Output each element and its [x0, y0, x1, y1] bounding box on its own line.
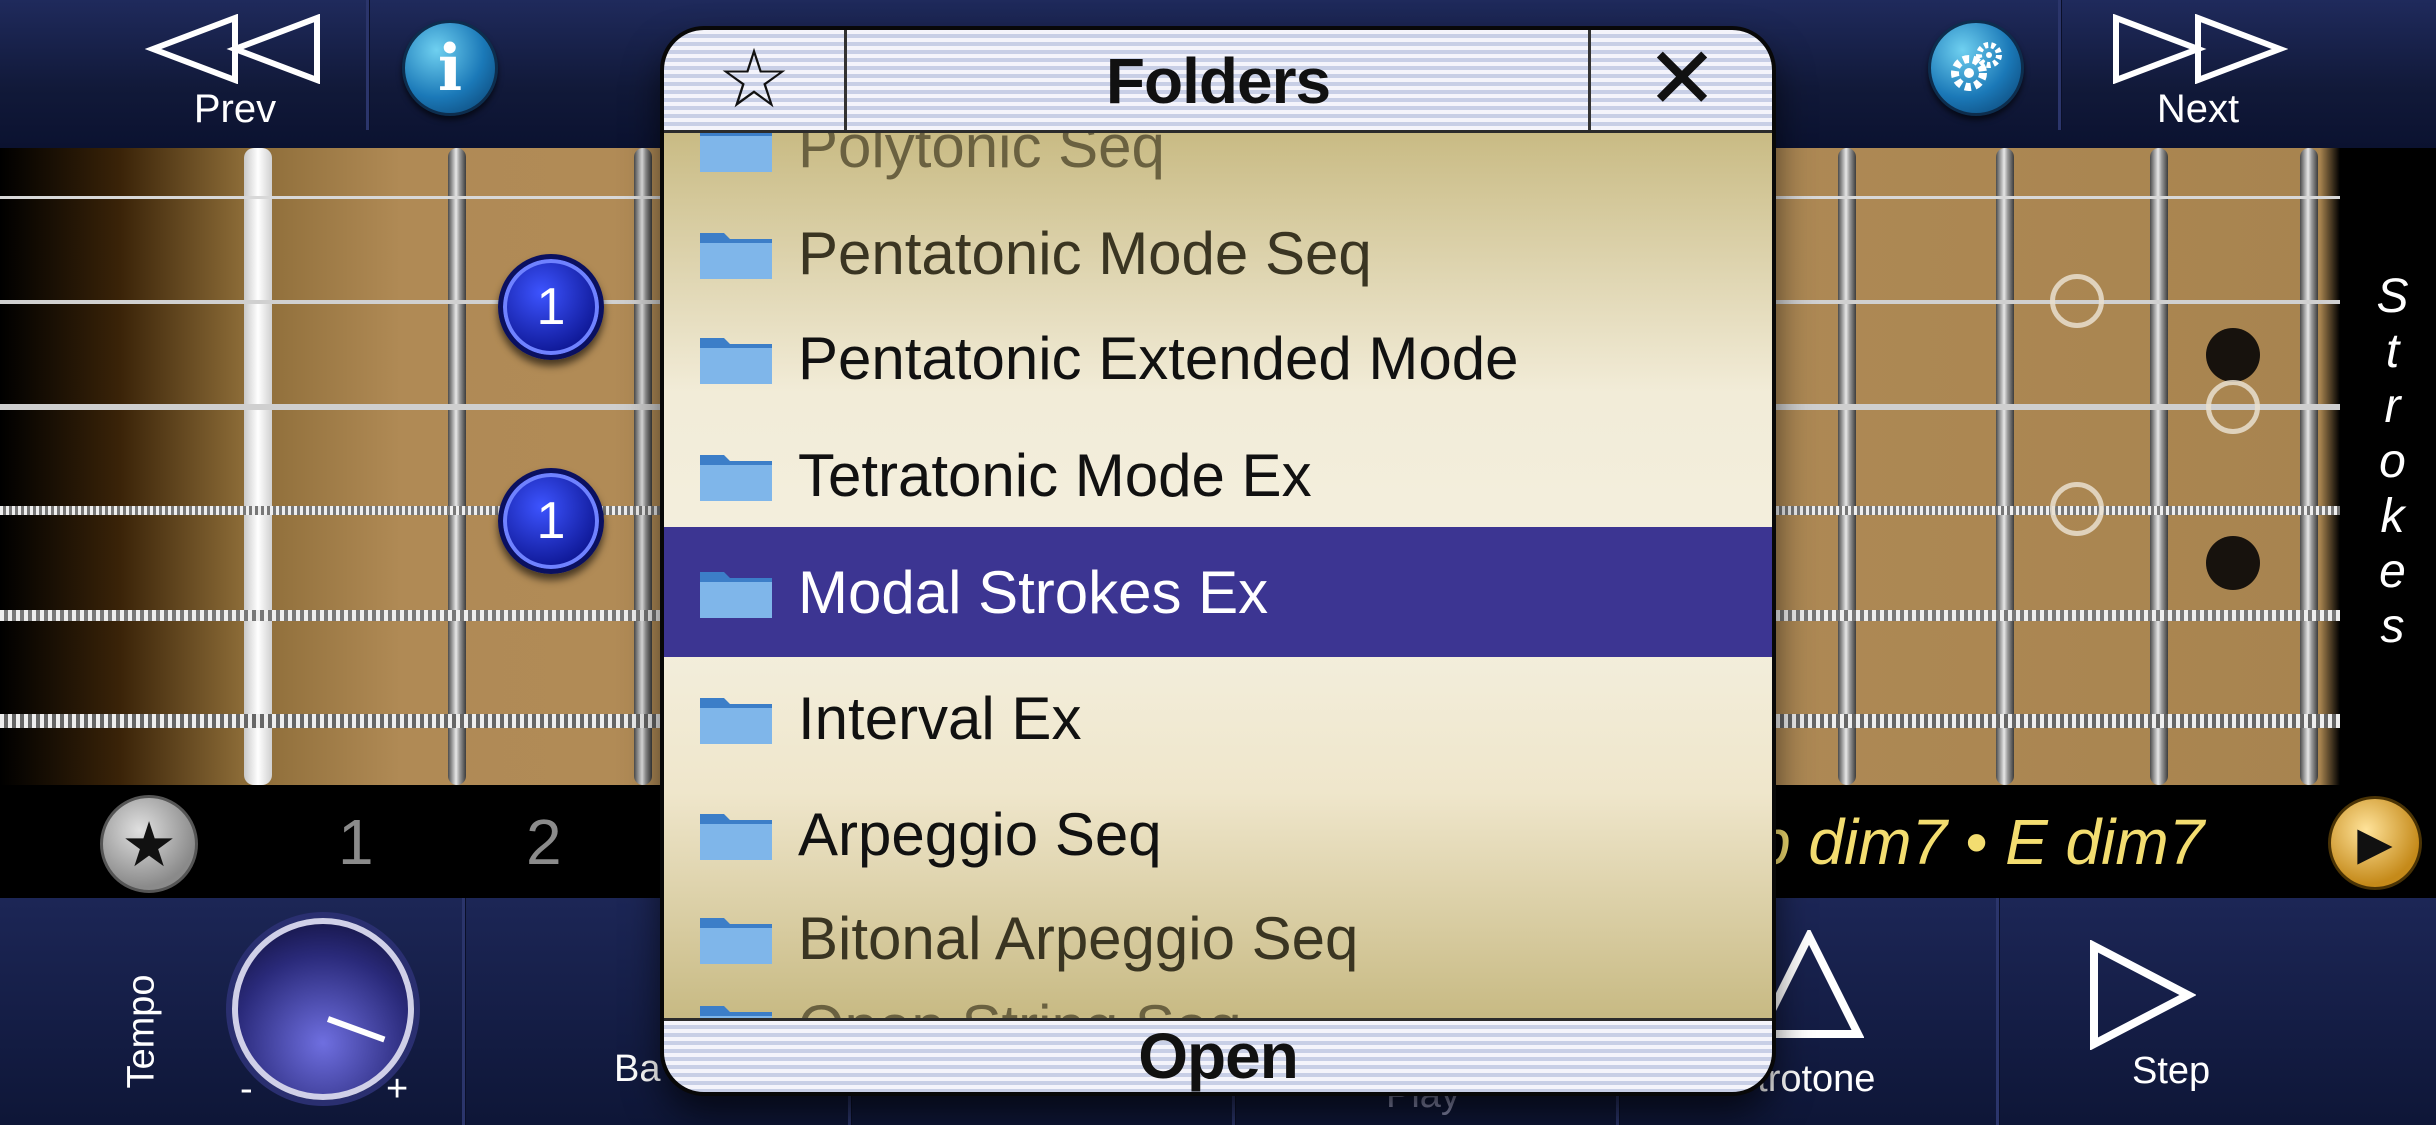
- tempo-label: Tempo: [120, 974, 163, 1089]
- fret: [448, 148, 466, 785]
- fret: [1838, 148, 1856, 785]
- top-divider-left: [366, 0, 369, 130]
- play-triangle-icon[interactable]: ▶: [2328, 796, 2422, 890]
- prev-label: Prev: [193, 87, 277, 131]
- folder-row-selected[interactable]: Modal Strokes Ex: [664, 527, 1772, 657]
- bottom-divider: [1996, 898, 1999, 1125]
- fret: [634, 148, 652, 785]
- top-divider-right: [2058, 0, 2061, 130]
- strokes-text: Strokes: [2366, 270, 2419, 655]
- tempo-plus-label: +: [386, 1068, 409, 1110]
- open-note-dot: [2050, 274, 2104, 328]
- folder-row[interactable]: Pentatonic Extended Mode: [664, 293, 1772, 423]
- gear-icon[interactable]: [1928, 20, 2024, 116]
- folder-label: Modal Strokes Ex: [798, 558, 1269, 626]
- prev-button[interactable]: Prev: [140, 10, 330, 131]
- bottom-divider: [462, 898, 465, 1125]
- open-button[interactable]: Open: [664, 1018, 1772, 1092]
- note-dot: [2206, 536, 2260, 590]
- dialog-header: ☆ Folders ✕: [664, 30, 1772, 133]
- fret: [2300, 148, 2318, 785]
- folder-icon: [700, 698, 772, 744]
- header-separator: [1588, 30, 1591, 130]
- note-dot: [2206, 328, 2260, 382]
- nut: [244, 148, 272, 785]
- folders-dialog: ☆ Folders ✕ Polytonic Seq Pentatonic Mod…: [664, 30, 1772, 1092]
- favorite-star-icon[interactable]: ★: [100, 795, 198, 893]
- strokes-side-label: Strokes: [2352, 270, 2432, 668]
- back-button[interactable]: Ba: [614, 1048, 660, 1091]
- dialog-title: Folders: [1105, 45, 1331, 117]
- tempo-minus-label: -: [240, 1068, 253, 1110]
- folder-icon: [700, 233, 772, 279]
- note-marker[interactable]: 1: [498, 468, 604, 574]
- favorites-star-icon[interactable]: ☆: [704, 39, 804, 121]
- open-note-dot: [2206, 380, 2260, 434]
- close-icon[interactable]: ✕: [1642, 36, 1722, 126]
- fret: [2150, 148, 2168, 785]
- folder-list[interactable]: Polytonic Seq Pentatonic Mode Seq Pentat…: [664, 133, 1772, 1021]
- folder-label: Polytonic Seq: [798, 133, 1165, 180]
- folder-label: Arpeggio Seq: [798, 800, 1162, 868]
- folder-label: Open String Seq: [798, 992, 1242, 1022]
- folder-icon: [700, 133, 772, 172]
- step-play-icon: [2090, 940, 2196, 1050]
- folder-icon: [700, 572, 772, 618]
- folder-row[interactable]: Open String Seq: [664, 961, 1772, 1021]
- fret: [1996, 148, 2014, 785]
- open-note-dot: [2050, 482, 2104, 536]
- folder-row[interactable]: Interval Ex: [664, 653, 1772, 783]
- next-label: Next: [2156, 87, 2240, 131]
- fret-number-1: 1: [338, 806, 374, 878]
- folder-label: Pentatonic Extended Mode: [798, 324, 1519, 392]
- chord-display: b dim7 • E dim7: [1755, 806, 2205, 878]
- rewind-icon: [145, 14, 320, 84]
- open-label: Open: [1138, 1020, 1299, 1092]
- fast-forward-icon: [2113, 14, 2288, 84]
- knob-needle: [326, 1016, 386, 1043]
- next-button[interactable]: Next: [2108, 10, 2288, 131]
- fret-number-2: 2: [526, 806, 562, 878]
- folder-row[interactable]: Tetratonic Mode Ex: [664, 410, 1772, 540]
- folder-icon: [700, 455, 772, 501]
- note-marker[interactable]: 1: [498, 254, 604, 360]
- folder-icon: [700, 338, 772, 384]
- folder-label: Interval Ex: [798, 684, 1082, 752]
- folder-icon: [700, 918, 772, 964]
- folder-label: Tetratonic Mode Ex: [798, 441, 1312, 509]
- info-icon[interactable]: i: [402, 20, 498, 116]
- step-button[interactable]: Step: [2132, 1050, 2210, 1093]
- folder-icon: [700, 814, 772, 860]
- gears-glyph: [1951, 42, 2002, 91]
- folder-label: Pentatonic Mode Seq: [798, 219, 1372, 287]
